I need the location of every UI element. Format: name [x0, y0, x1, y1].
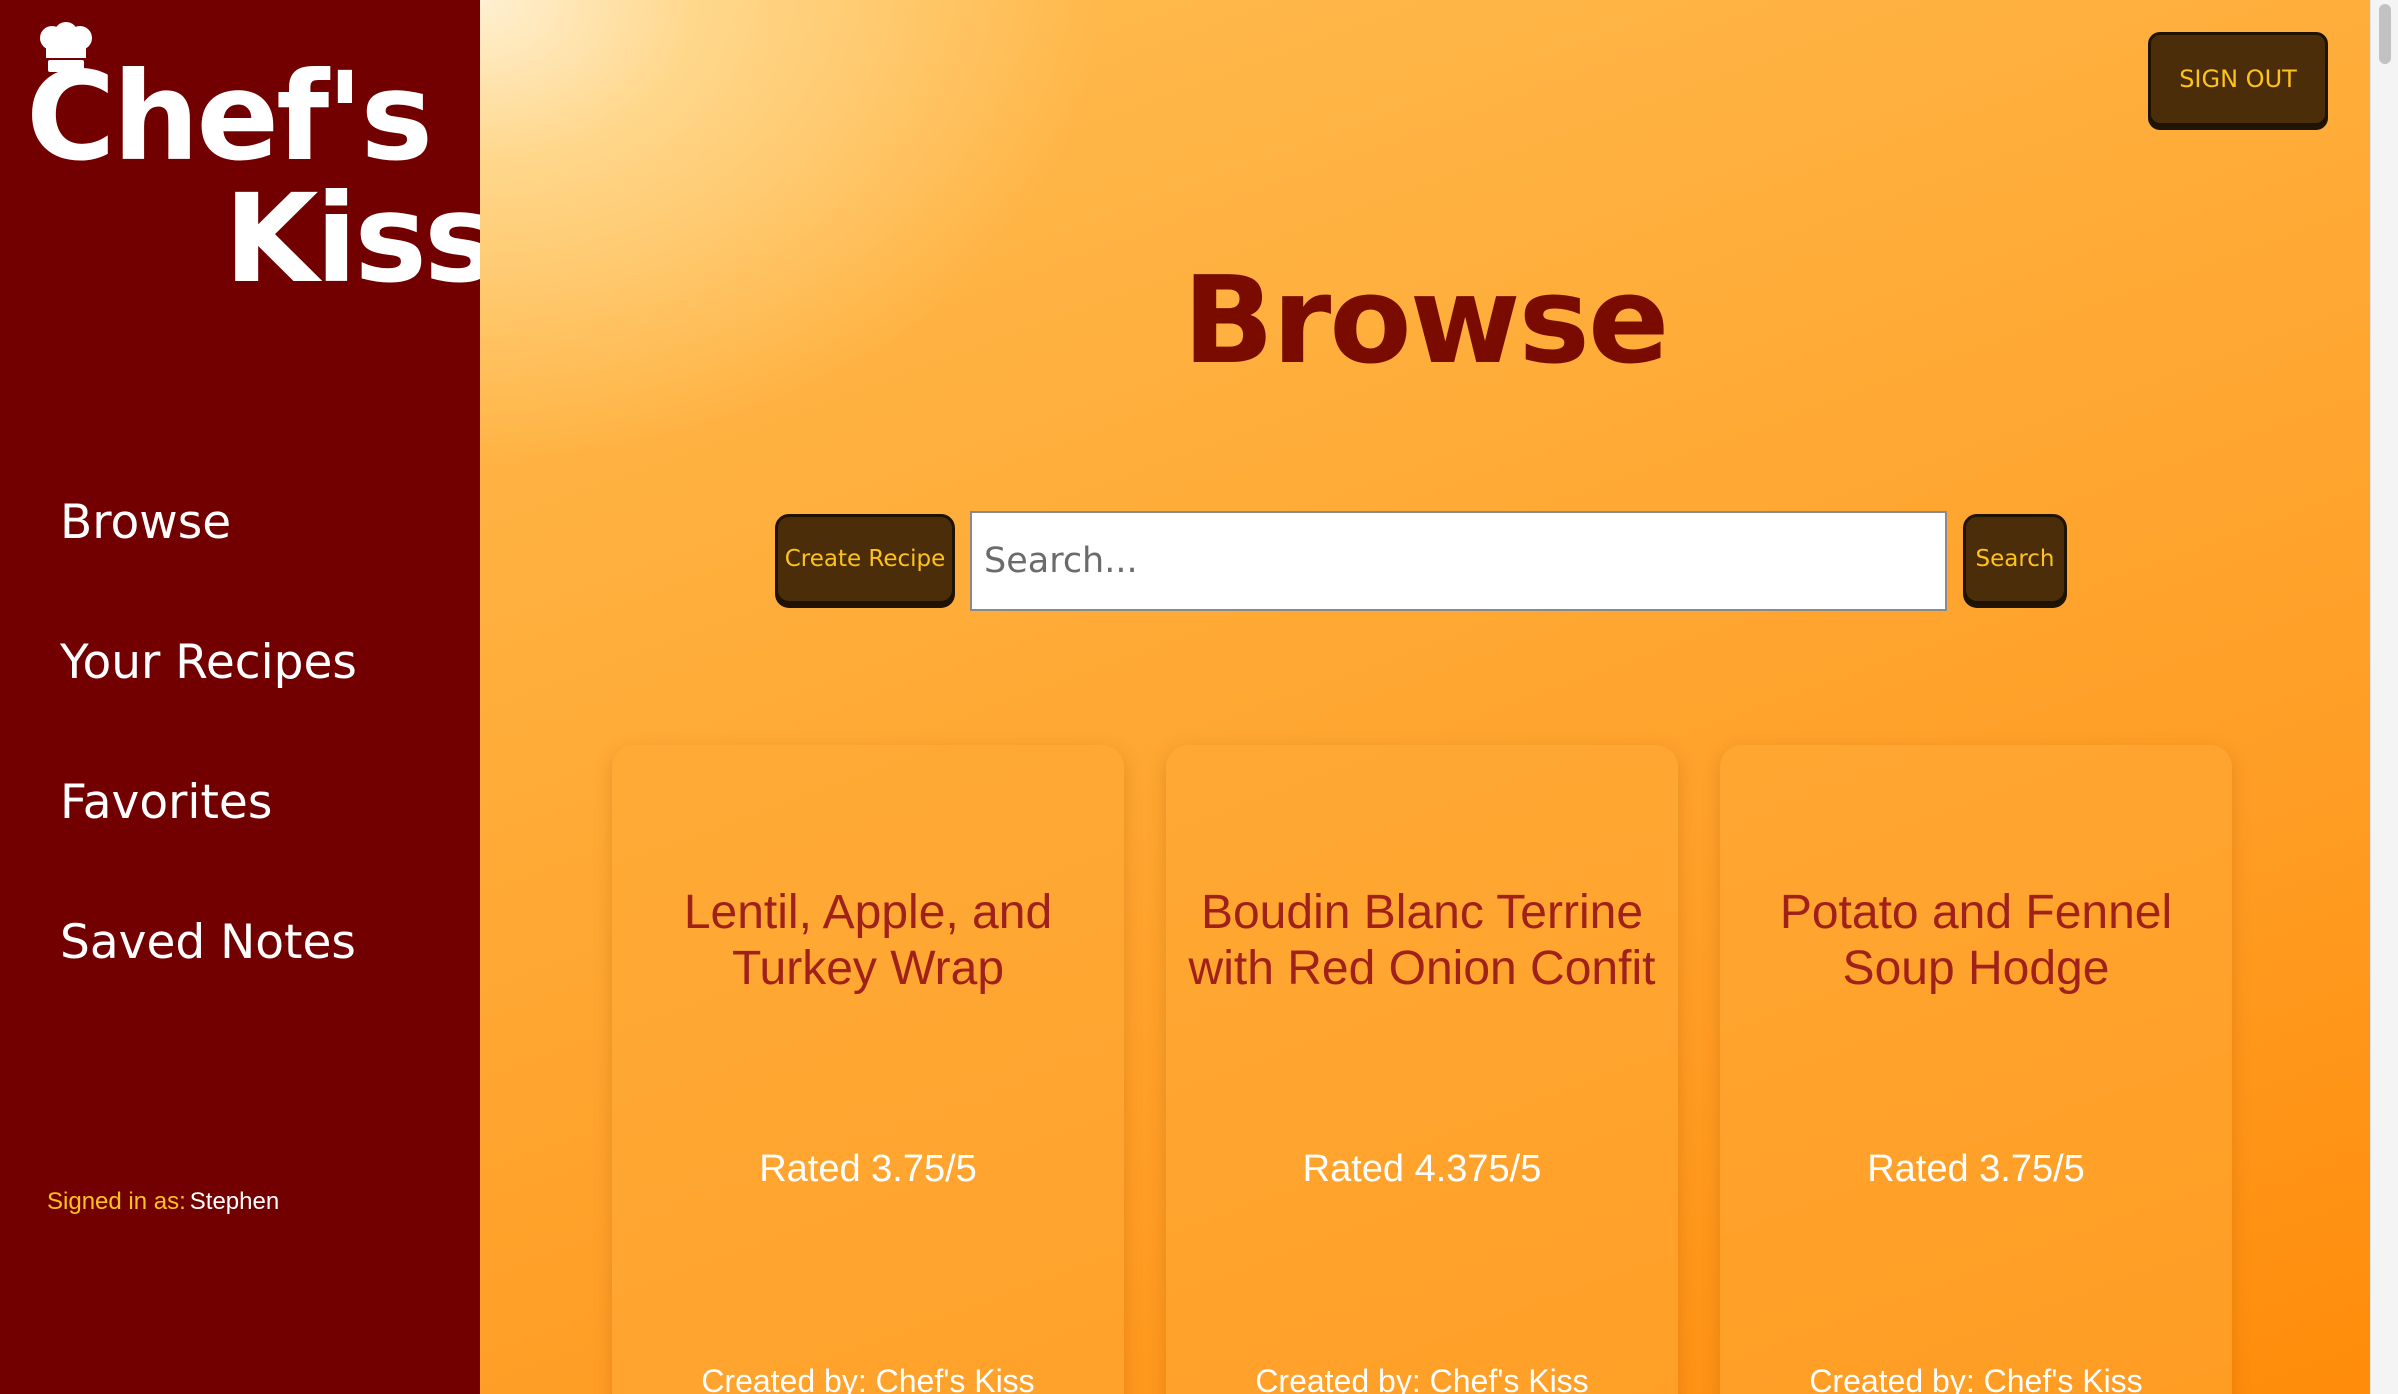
sidebar-item-favorites[interactable]: Favorites: [60, 768, 357, 908]
recipe-creator: Created by: Chef's Kiss: [701, 1363, 1035, 1394]
recipe-card[interactable]: Lentil, Apple, and Turkey Wrap Rated 3.7…: [612, 745, 1124, 1394]
main-content: SIGN OUT Browse Create Recipe Search Len…: [480, 0, 2370, 1394]
sidebar-nav: Browse Your Recipes Favorites Saved Note…: [60, 488, 357, 1048]
recipe-title: Potato and Fennel Soup Hodge: [1779, 886, 2173, 995]
logo-text-chefs: Chef's: [26, 46, 433, 188]
sidebar-item-your-recipes[interactable]: Your Recipes: [60, 628, 357, 768]
page-title: Browse: [1182, 252, 1670, 391]
recipe-rating: Rated 4.375/5: [1302, 1148, 1542, 1190]
logo-text-kiss: Kiss: [224, 168, 497, 310]
create-recipe-button[interactable]: Create Recipe: [775, 514, 955, 604]
chefs-kiss-logo[interactable]: Chef's Kiss: [26, 18, 497, 300]
search-button[interactable]: Search: [1963, 514, 2067, 604]
recipe-creator: Created by: Chef's Kiss: [1255, 1363, 1589, 1394]
page-scrollbar[interactable]: [2370, 0, 2398, 1394]
recipe-card[interactable]: Boudin Blanc Terrine with Red Onion Conf…: [1166, 745, 1678, 1394]
recipe-rating: Rated 3.75/5: [1867, 1148, 2085, 1190]
recipe-card[interactable]: Potato and Fennel Soup Hodge Rated 3.75/…: [1720, 745, 2232, 1394]
signed-in-status: Signed in as: Stephen: [47, 1188, 279, 1216]
recipe-title: Lentil, Apple, and Turkey Wrap: [683, 886, 1053, 995]
signed-in-username: Stephen: [189, 1188, 280, 1215]
recipe-rating: Rated 3.75/5: [759, 1148, 977, 1190]
recipe-creator: Created by: Chef's Kiss: [1809, 1363, 2143, 1394]
sidebar-item-saved-notes[interactable]: Saved Notes: [60, 908, 357, 1048]
signed-in-label: Signed in as:: [47, 1188, 186, 1215]
search-input[interactable]: [970, 511, 1947, 611]
sidebar: Chef's Kiss Browse Your Recipes Favorite…: [0, 0, 497, 1394]
sidebar-item-browse[interactable]: Browse: [60, 488, 357, 628]
scrollbar-thumb[interactable]: [2379, 4, 2391, 64]
sign-out-button[interactable]: SIGN OUT: [2148, 32, 2328, 126]
recipe-title: Boudin Blanc Terrine with Red Onion Conf…: [1188, 886, 1656, 995]
